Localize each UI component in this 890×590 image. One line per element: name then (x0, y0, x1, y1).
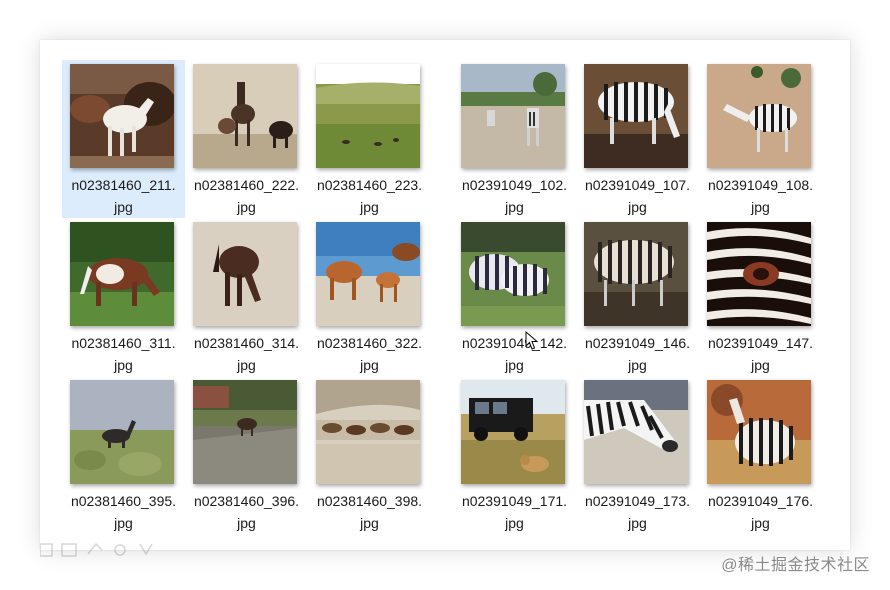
file-extension: jpg (237, 357, 256, 373)
file-item[interactable]: n02381460_396. jpg (185, 376, 308, 534)
file-name: n02391049_102. (461, 177, 568, 193)
file-name: n02391049_146. (584, 335, 691, 351)
file-extension: jpg (505, 357, 524, 373)
file-item[interactable]: n02381460_395. jpg (62, 376, 185, 534)
file-name: n02381460_211. (71, 177, 176, 193)
file-extension: jpg (628, 199, 647, 215)
zebra-tall-grass-image (707, 380, 811, 484)
file-item[interactable]: n02381460_398. jpg (308, 376, 431, 534)
file-extension: jpg (505, 515, 524, 531)
file-extension: jpg (114, 515, 133, 531)
file-item[interactable]: n02391049_142. jpg (453, 218, 576, 376)
file-item[interactable]: n02391049_102. jpg (453, 60, 576, 218)
file-name: n02381460_223. (316, 177, 423, 193)
zebra-images-group: n02391049_102. jpg n02391049_107. jpg n0… (453, 60, 822, 534)
file-item[interactable]: n02381460_311. jpg (62, 218, 185, 376)
file-extension: jpg (237, 515, 256, 531)
file-item[interactable]: n02381460_222. jpg (185, 60, 308, 218)
file-extension: jpg (751, 199, 770, 215)
file-name: n02381460_314. (193, 335, 300, 351)
file-name: n02381460_222. (193, 177, 300, 193)
file-extension: jpg (360, 515, 379, 531)
file-extension: jpg (628, 515, 647, 531)
horse-grazing-image (70, 222, 174, 326)
mouse-cursor-icon (525, 331, 539, 350)
zebras-savanna-image (461, 64, 565, 168)
horse-images-group: n02381460_211. jpg n02381460_222. jpg n0… (62, 60, 431, 534)
file-name: n02381460_395. (70, 493, 177, 509)
file-name: n02391049_176. (707, 493, 814, 509)
file-extension: jpg (505, 199, 524, 215)
file-name: n02391049_147. (707, 335, 814, 351)
zebra-yard-image (707, 64, 811, 168)
file-name: n02391049_171. (461, 493, 568, 509)
file-extension: jpg (114, 357, 133, 373)
horse-dirt-image (193, 222, 297, 326)
watermark: @稀土掘金技术社区 (721, 557, 870, 574)
file-name: n02391049_142. (461, 335, 568, 351)
file-extension: jpg (751, 515, 770, 531)
file-item[interactable]: n02381460_223. jpg (308, 60, 431, 218)
zebras-group-image (584, 222, 688, 326)
file-name: n02381460_322. (316, 335, 423, 351)
horse-herd-running-image (70, 64, 174, 168)
file-item[interactable]: n02391049_146. jpg (576, 218, 699, 376)
file-item[interactable]: n02381460_314. jpg (185, 218, 308, 376)
file-extension: jpg (360, 199, 379, 215)
file-item[interactable]: n02381460_211. jpg (62, 60, 185, 218)
file-extension: jpg (237, 199, 256, 215)
file-item[interactable]: n02391049_147. jpg (699, 218, 822, 376)
file-extension: jpg (114, 199, 133, 215)
file-item[interactable]: n02391049_107. jpg (576, 60, 699, 218)
horse-rearing-image (193, 64, 297, 168)
file-name: n02391049_173. (584, 493, 691, 509)
file-name: n02391049_108. (707, 177, 814, 193)
horses-plain-image (316, 380, 420, 484)
file-explorer-panel: n02381460_211. jpg n02381460_222. jpg n0… (40, 40, 850, 550)
faded-toolbar-icons (40, 542, 153, 557)
file-extension: jpg (628, 357, 647, 373)
zebra-drinking-image (584, 64, 688, 168)
file-item[interactable]: n02391049_176. jpg (699, 376, 822, 534)
file-item[interactable]: n02381460_322. jpg (308, 218, 431, 376)
file-name: n02381460_396. (193, 493, 300, 509)
zebra-safari-jeep-image (461, 380, 565, 484)
file-extension: jpg (360, 357, 379, 373)
file-item[interactable]: n02391049_171. jpg (453, 376, 576, 534)
screen: n02381460_211. jpg n02381460_222. jpg n0… (0, 0, 890, 590)
zebra-closeup-image (707, 222, 811, 326)
file-name: n02381460_311. (71, 335, 176, 351)
file-name: n02381460_398. (316, 493, 423, 509)
horses-grassland-image (316, 64, 420, 168)
file-name: n02391049_107. (584, 177, 691, 193)
file-item[interactable]: n02391049_173. jpg (576, 376, 699, 534)
file-item[interactable]: n02391049_108. jpg (699, 60, 822, 218)
file-extension: jpg (751, 357, 770, 373)
zebras-pair-image (461, 222, 565, 326)
horses-beach-image (316, 222, 420, 326)
zebra-head-image (584, 380, 688, 484)
horse-meadow-image (70, 380, 174, 484)
horse-farm-image (193, 380, 297, 484)
